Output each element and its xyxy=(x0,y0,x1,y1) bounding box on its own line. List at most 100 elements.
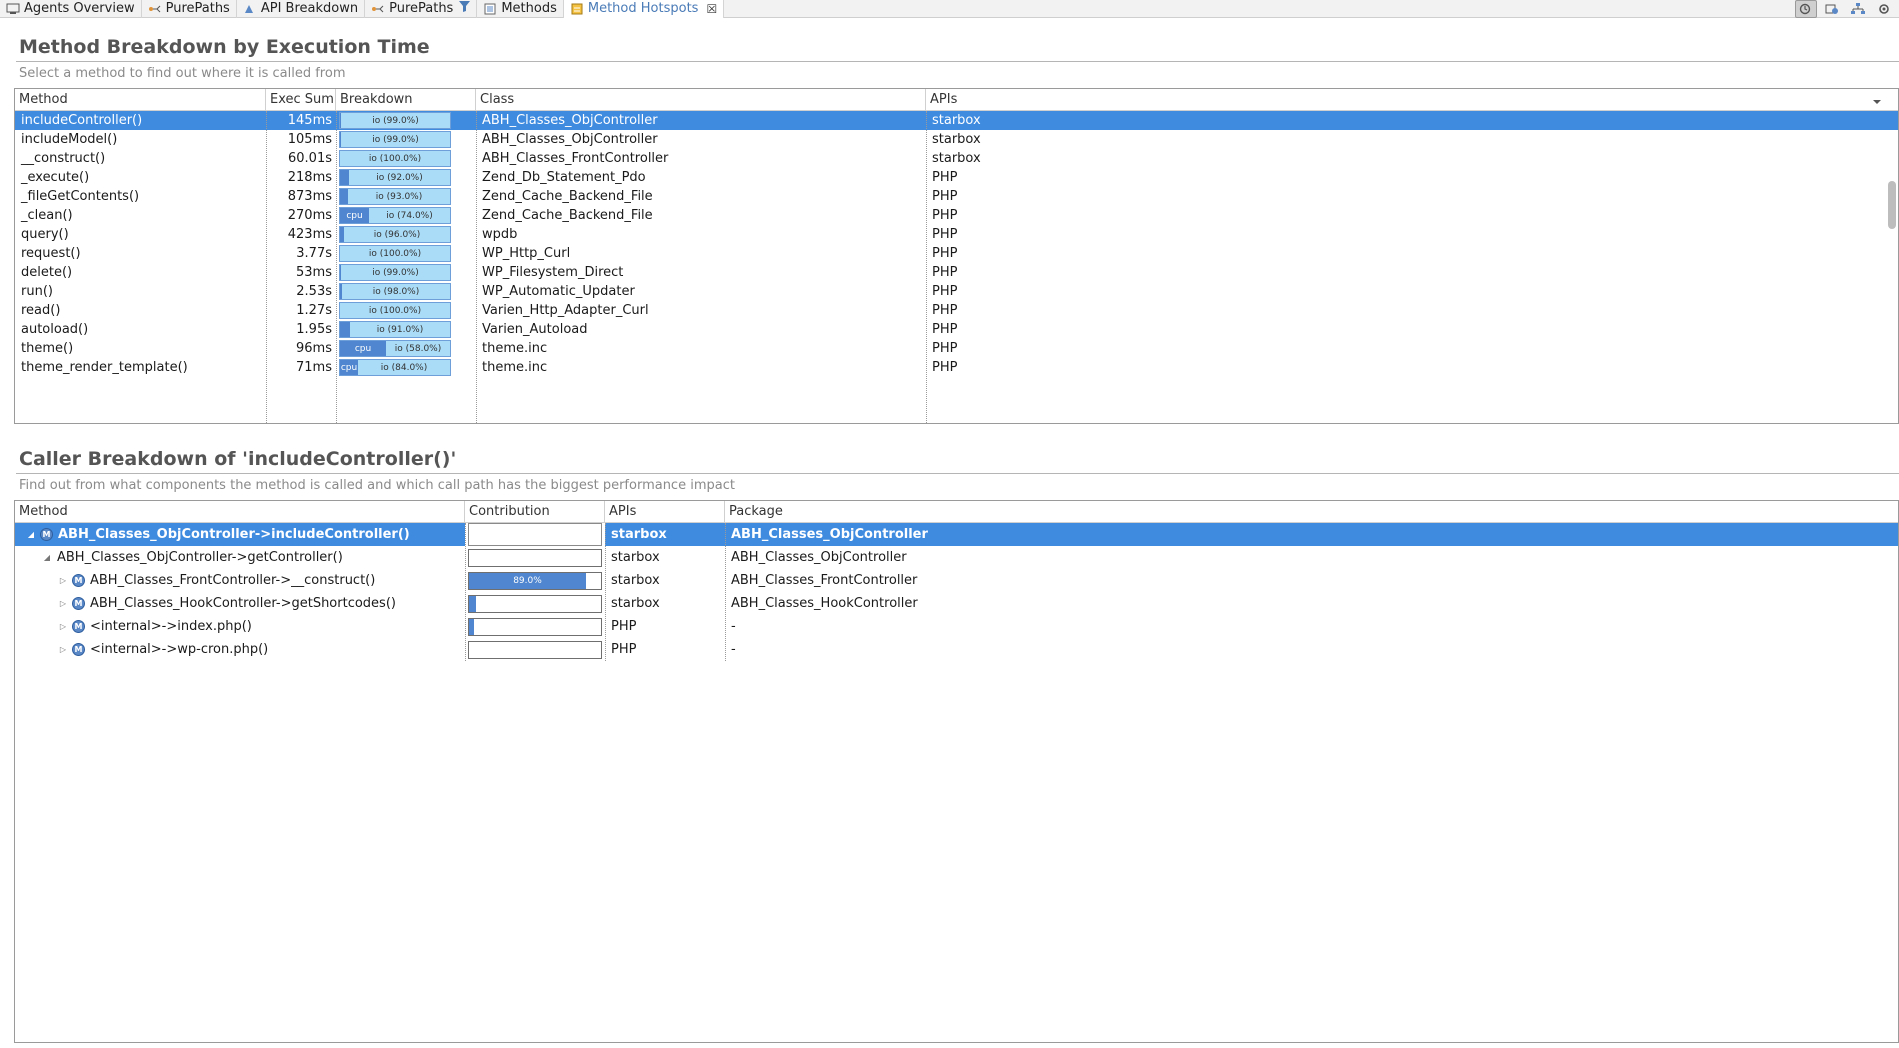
expanded-arrow-icon[interactable]: ◢ xyxy=(41,546,53,569)
table-row[interactable]: read() 1.27s io (100.0%) Varien_Http_Adapte… xyxy=(15,301,1898,320)
divider xyxy=(16,61,1899,62)
caller-breakdown-tree-table: Method Contribution APIs Package ◢ M ABH_C… xyxy=(14,500,1899,1043)
agents-icon xyxy=(6,2,20,15)
table-row[interactable]: includeController() 145ms io (99.0%) ABH_Cl… xyxy=(15,111,1898,130)
cpu-segment: cpu xyxy=(340,208,369,223)
cpu-segment xyxy=(340,170,349,185)
io-segment: io (84.0%) xyxy=(380,363,428,373)
tree-row[interactable]: ▷ M ABH_Classes_HookController->getShortco… xyxy=(15,592,1898,615)
table-row[interactable]: request() 3.77s io (100.0%) WP_Http_Curl PHP xyxy=(15,244,1898,263)
exec-sum-cell: 145ms xyxy=(287,113,332,128)
column-header-exec-sum[interactable]: Exec Sum xyxy=(266,89,336,111)
tree-row[interactable]: ◢ M ABH_Classes_ObjController->includeCont… xyxy=(15,523,1898,546)
column-header-method[interactable]: Method xyxy=(15,89,266,111)
column-header-contribution[interactable]: Contribution xyxy=(465,501,605,523)
tab-label: PurePaths xyxy=(389,1,454,16)
table-row[interactable]: includeModel() 105ms io (99.0%) ABH_Classes… xyxy=(15,130,1898,149)
method-icon: M xyxy=(72,620,85,633)
caller-method-label: ABH_Classes_HookController->getShortcode… xyxy=(90,596,396,611)
breakdown-bar: cpu io (84.0%) xyxy=(339,359,451,376)
breakdown-bar: io (100.0%) xyxy=(339,302,451,319)
breakdown-bar: io (100.0%) xyxy=(339,150,451,167)
api-cell: PHP xyxy=(932,265,958,280)
editor-tab-bar: Agents Overview PurePaths API Breakdown Pur… xyxy=(0,0,1899,18)
cpu-segment xyxy=(340,189,348,204)
collapsed-arrow-icon[interactable]: ▷ xyxy=(57,615,69,638)
column-header-apis[interactable]: APIs xyxy=(605,501,725,523)
column-header-apis[interactable]: APIs xyxy=(926,89,1898,111)
package-cell: - xyxy=(731,642,736,657)
filter-icon xyxy=(459,1,471,16)
contribution-bar xyxy=(468,549,602,567)
table-row[interactable]: delete() 53ms io (99.0%) WP_Filesystem_Dire… xyxy=(15,263,1898,282)
table-row[interactable]: query() 423ms io (96.0%) wpdb PHP xyxy=(15,225,1898,244)
collapsed-arrow-icon[interactable]: ▷ xyxy=(57,638,69,661)
tree-row[interactable]: ▷ M <internal>->wp-cron.php() PHP - xyxy=(15,638,1898,661)
column-header-method[interactable]: Method xyxy=(15,501,465,523)
io-segment: io (74.0%) xyxy=(386,211,433,221)
exec-sum-cell: 96ms xyxy=(296,341,332,356)
method-name-cell: delete() xyxy=(21,265,73,280)
exec-sum-cell: 423ms xyxy=(287,227,332,242)
vertical-scrollbar[interactable] xyxy=(1888,181,1896,229)
tree-row[interactable]: ▷ M ABH_Classes_FrontController->__constru… xyxy=(15,569,1898,592)
hierarchy-icon[interactable] xyxy=(1847,0,1869,18)
column-header-class[interactable]: Class xyxy=(476,89,926,111)
table-row[interactable]: run() 2.53s io (98.0%) WP_Automatic_Updater… xyxy=(15,282,1898,301)
tab-method-hotspots[interactable]: Method Hotspots ☒ xyxy=(563,0,725,18)
column-menu-chevron-down-icon[interactable] xyxy=(1872,95,1882,110)
api-cell: starbox xyxy=(932,113,981,128)
method-icon: M xyxy=(72,574,85,587)
collapsed-arrow-icon[interactable]: ▷ xyxy=(57,569,69,592)
table-row[interactable]: __construct() 60.01s io (100.0%) ABH_Classe… xyxy=(15,149,1898,168)
exec-sum-cell: 270ms xyxy=(287,208,332,223)
exec-sum-cell: 3.77s xyxy=(296,246,332,261)
contribution-bar xyxy=(468,595,602,613)
column-header-breakdown[interactable]: Breakdown xyxy=(336,89,476,111)
package-cell: ABH_Classes_ObjController xyxy=(731,550,907,565)
method-icon: M xyxy=(72,643,85,656)
breakdown-bar: io (99.0%) xyxy=(339,131,451,148)
tree-row[interactable]: ◢ ABH_Classes_ObjController->getControlle… xyxy=(15,546,1898,569)
close-icon[interactable]: ☒ xyxy=(706,2,717,16)
api-cell: PHP xyxy=(932,303,958,318)
method-name-cell: includeController() xyxy=(21,113,143,128)
io-segment: io (92.0%) xyxy=(376,173,423,183)
api-cell: PHP xyxy=(932,360,958,375)
export-icon[interactable] xyxy=(1821,0,1843,18)
table-row[interactable]: theme() 96ms cpu io (58.0%) theme.inc PHP xyxy=(15,339,1898,358)
tab-label: Agents Overview xyxy=(24,1,135,16)
api-cell: PHP xyxy=(932,208,958,223)
table-row[interactable]: _fileGetContents() 873ms io (93.0%) Zend_Ca… xyxy=(15,187,1898,206)
method-name-cell: query() xyxy=(21,227,69,242)
settings-icon[interactable] xyxy=(1873,0,1895,18)
tab-api-breakdown[interactable]: API Breakdown xyxy=(237,0,366,18)
tab-methods[interactable]: Methods xyxy=(477,0,564,18)
io-segment: io (96.0%) xyxy=(373,230,421,240)
expanded-arrow-icon[interactable]: ◢ xyxy=(25,523,37,546)
api-cell: starbox xyxy=(611,573,660,588)
io-segment: io (91.0%) xyxy=(376,325,424,335)
tree-row[interactable]: ▷ M <internal>->index.php() PHP - xyxy=(15,615,1898,638)
exec-sum-cell: 2.53s xyxy=(296,284,332,299)
breakdown-bar: io (93.0%) xyxy=(339,188,451,205)
breakdown-bar: io (92.0%) xyxy=(339,169,451,186)
api-cell: starbox xyxy=(932,151,981,166)
tab-purepaths[interactable]: PurePaths xyxy=(365,0,478,18)
tab-purepaths[interactable]: PurePaths xyxy=(142,0,237,18)
table-row[interactable]: autoload() 1.95s io (91.0%) Varien_Autoload… xyxy=(15,320,1898,339)
table-row[interactable]: _clean() 270ms cpu io (74.0%) Zend_Cache_Bac… xyxy=(15,206,1898,225)
column-header-package[interactable]: Package xyxy=(725,501,1898,523)
caller-breakdown-title: Caller Breakdown of 'includeController()… xyxy=(19,448,457,470)
collapsed-arrow-icon[interactable]: ▷ xyxy=(57,592,69,615)
class-cell: theme.inc xyxy=(482,360,548,375)
breakdown-bar: cpu io (74.0%) xyxy=(339,207,451,224)
table-row[interactable]: _execute() 218ms io (92.0%) Zend_Db_Stateme… xyxy=(15,168,1898,187)
tab-agents-overview[interactable]: Agents Overview xyxy=(0,0,142,18)
caller-method-label: ABH_Classes_ObjController->getController… xyxy=(57,550,343,565)
table-row[interactable]: theme_render_template() 71ms cpu io (84.0%)… xyxy=(15,358,1898,377)
contribution-bar: 89.0% xyxy=(468,572,602,590)
view-mode-icon[interactable] xyxy=(1795,0,1817,18)
method-name-cell: _execute() xyxy=(21,170,90,185)
api-cell: PHP xyxy=(932,189,958,204)
